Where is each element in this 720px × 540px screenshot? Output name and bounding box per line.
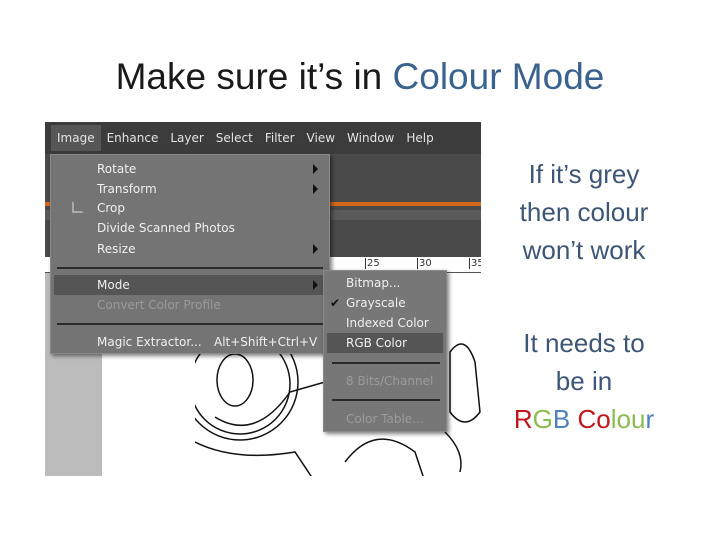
menu-item-8-bits-channel: 8 Bits/Channel [346, 374, 434, 388]
ruler-label: 25 [365, 258, 380, 269]
rgb-letter: C [577, 404, 597, 434]
menu-item-rgb-color[interactable]: RGB Color [346, 333, 407, 353]
slide-title: Make sure it’s in Colour Mode [0, 56, 720, 98]
ruler-label: 30 [417, 258, 432, 269]
ruler-label: 35 [469, 258, 481, 269]
note-line: If it’s grey [528, 159, 640, 189]
menu-layer[interactable]: Layer [164, 125, 209, 151]
menu-item-rotate[interactable]: Rotate [97, 159, 136, 179]
menu-select[interactable]: Select [210, 125, 259, 151]
menu-enhance[interactable]: Enhance [101, 125, 165, 151]
mode-submenu: Bitmap... ✔ Grayscale Indexed Color RGB … [323, 270, 447, 432]
menu-item-transform[interactable]: Transform [97, 179, 157, 199]
menu-separator [57, 323, 323, 325]
checkmark-icon: ✔ [330, 296, 341, 310]
rgb-letter: B [552, 404, 571, 434]
title-text: Make sure it’s in [115, 56, 393, 97]
menu-item-convert-color-profile: Convert Color Profile [97, 298, 221, 312]
submenu-arrow-icon [313, 164, 318, 174]
menu-image[interactable]: Image [51, 125, 101, 151]
rgb-letter: u [630, 404, 646, 434]
menu-item-crop[interactable]: Crop [97, 198, 125, 218]
menu-item-mode[interactable]: Mode [97, 275, 130, 295]
note-line: then colour [519, 197, 649, 227]
menu-item-grayscale[interactable]: Grayscale [346, 293, 406, 313]
image-menu: Rotate Transform Crop Divide Scanned Pho… [50, 154, 330, 354]
crop-icon [72, 201, 84, 213]
menu-help[interactable]: Help [400, 125, 439, 151]
submenu-arrow-icon [313, 184, 318, 194]
title-highlight: Colour Mode [392, 56, 605, 97]
rgb-note: It needs to be in RGB Colour [492, 324, 676, 438]
rgb-letter: r [645, 404, 655, 434]
menu-separator [332, 399, 440, 401]
menu-separator [57, 267, 323, 269]
rgb-letter: o [596, 404, 611, 434]
menu-item-magic-extractor[interactable]: Magic Extractor... [97, 332, 202, 352]
note-line: won’t work [522, 235, 646, 265]
menu-view[interactable]: View [301, 125, 341, 151]
menu-separator [332, 362, 440, 364]
menu-bar: Image Enhance Layer Select Filter View W… [45, 122, 481, 154]
submenu-arrow-icon [313, 280, 318, 290]
menu-item-resize[interactable]: Resize [97, 239, 135, 259]
menu-item-bitmap[interactable]: Bitmap... [346, 273, 400, 293]
menu-window[interactable]: Window [341, 125, 400, 151]
menu-filter[interactable]: Filter [259, 125, 301, 151]
grey-note: If it’s grey then colour won’t work [492, 155, 676, 269]
mode-highlight [54, 275, 326, 295]
rgb-letter: R [513, 404, 533, 434]
magic-extractor-shortcut: Alt+Shift+Ctrl+V [214, 335, 318, 349]
note-line: be in [555, 366, 613, 396]
menu-item-divide-scanned-photos[interactable]: Divide Scanned Photos [97, 218, 235, 238]
rgb-letter: o [616, 404, 631, 434]
rgb-colour-text: RGB Colour [492, 400, 676, 438]
menu-item-indexed-color[interactable]: Indexed Color [346, 313, 429, 333]
rgb-letter: G [532, 404, 553, 434]
submenu-arrow-icon [313, 244, 318, 254]
editor-screenshot: 25 30 35 Image Enhance Layer Select Filt… [45, 122, 481, 476]
menu-item-color-table: Color Table... [346, 412, 424, 426]
note-line: It needs to [523, 328, 645, 358]
